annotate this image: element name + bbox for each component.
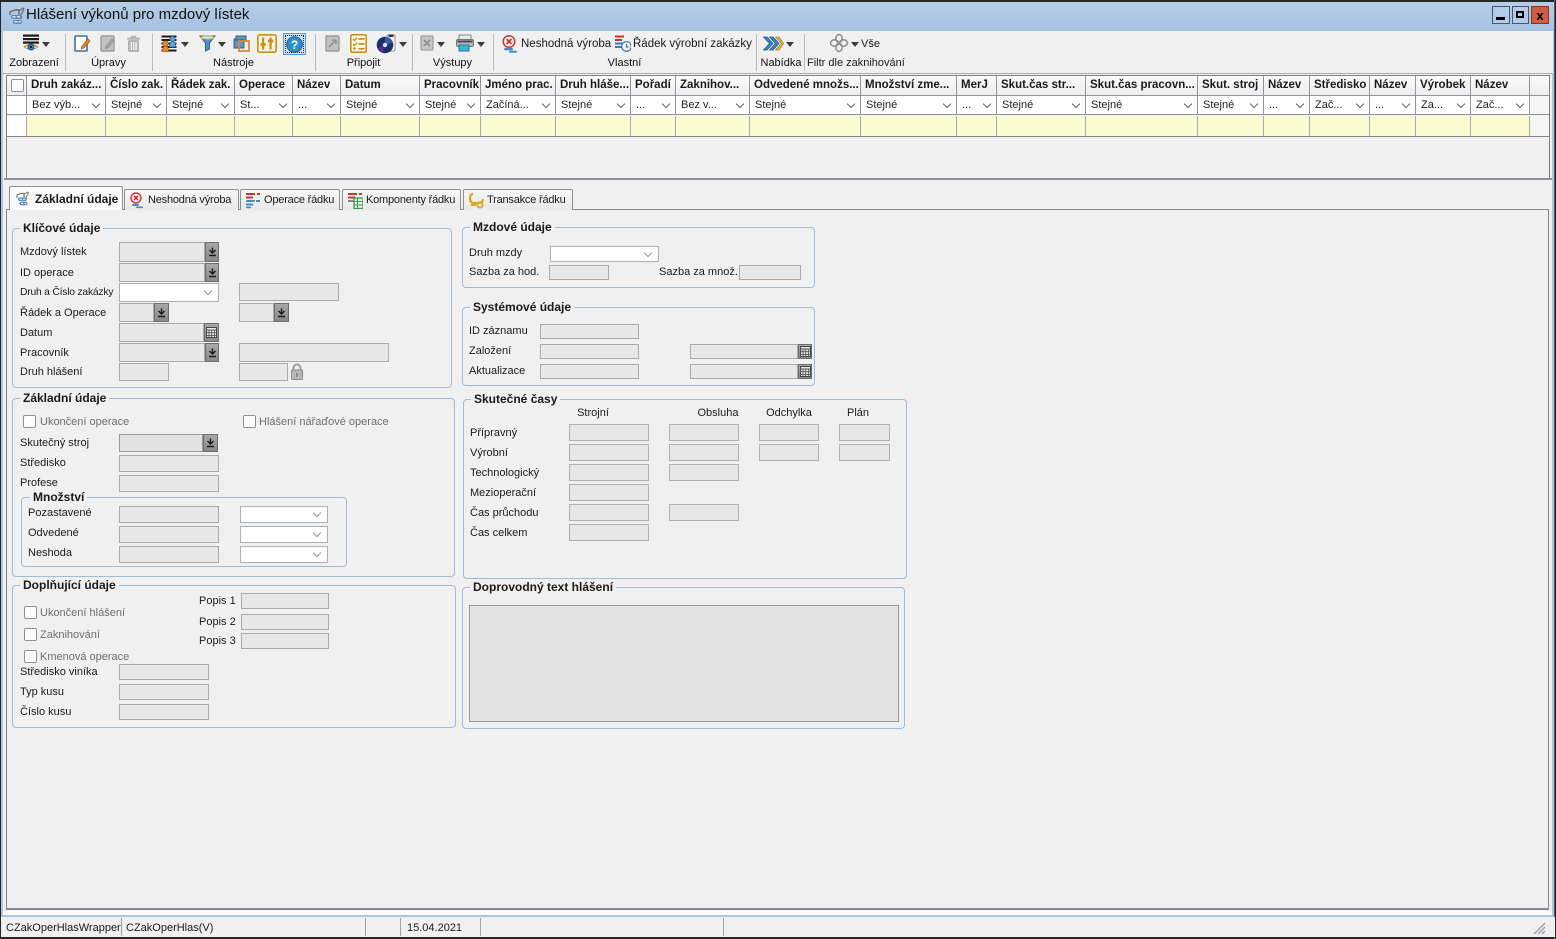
svg-text:?: ?	[291, 38, 298, 52]
